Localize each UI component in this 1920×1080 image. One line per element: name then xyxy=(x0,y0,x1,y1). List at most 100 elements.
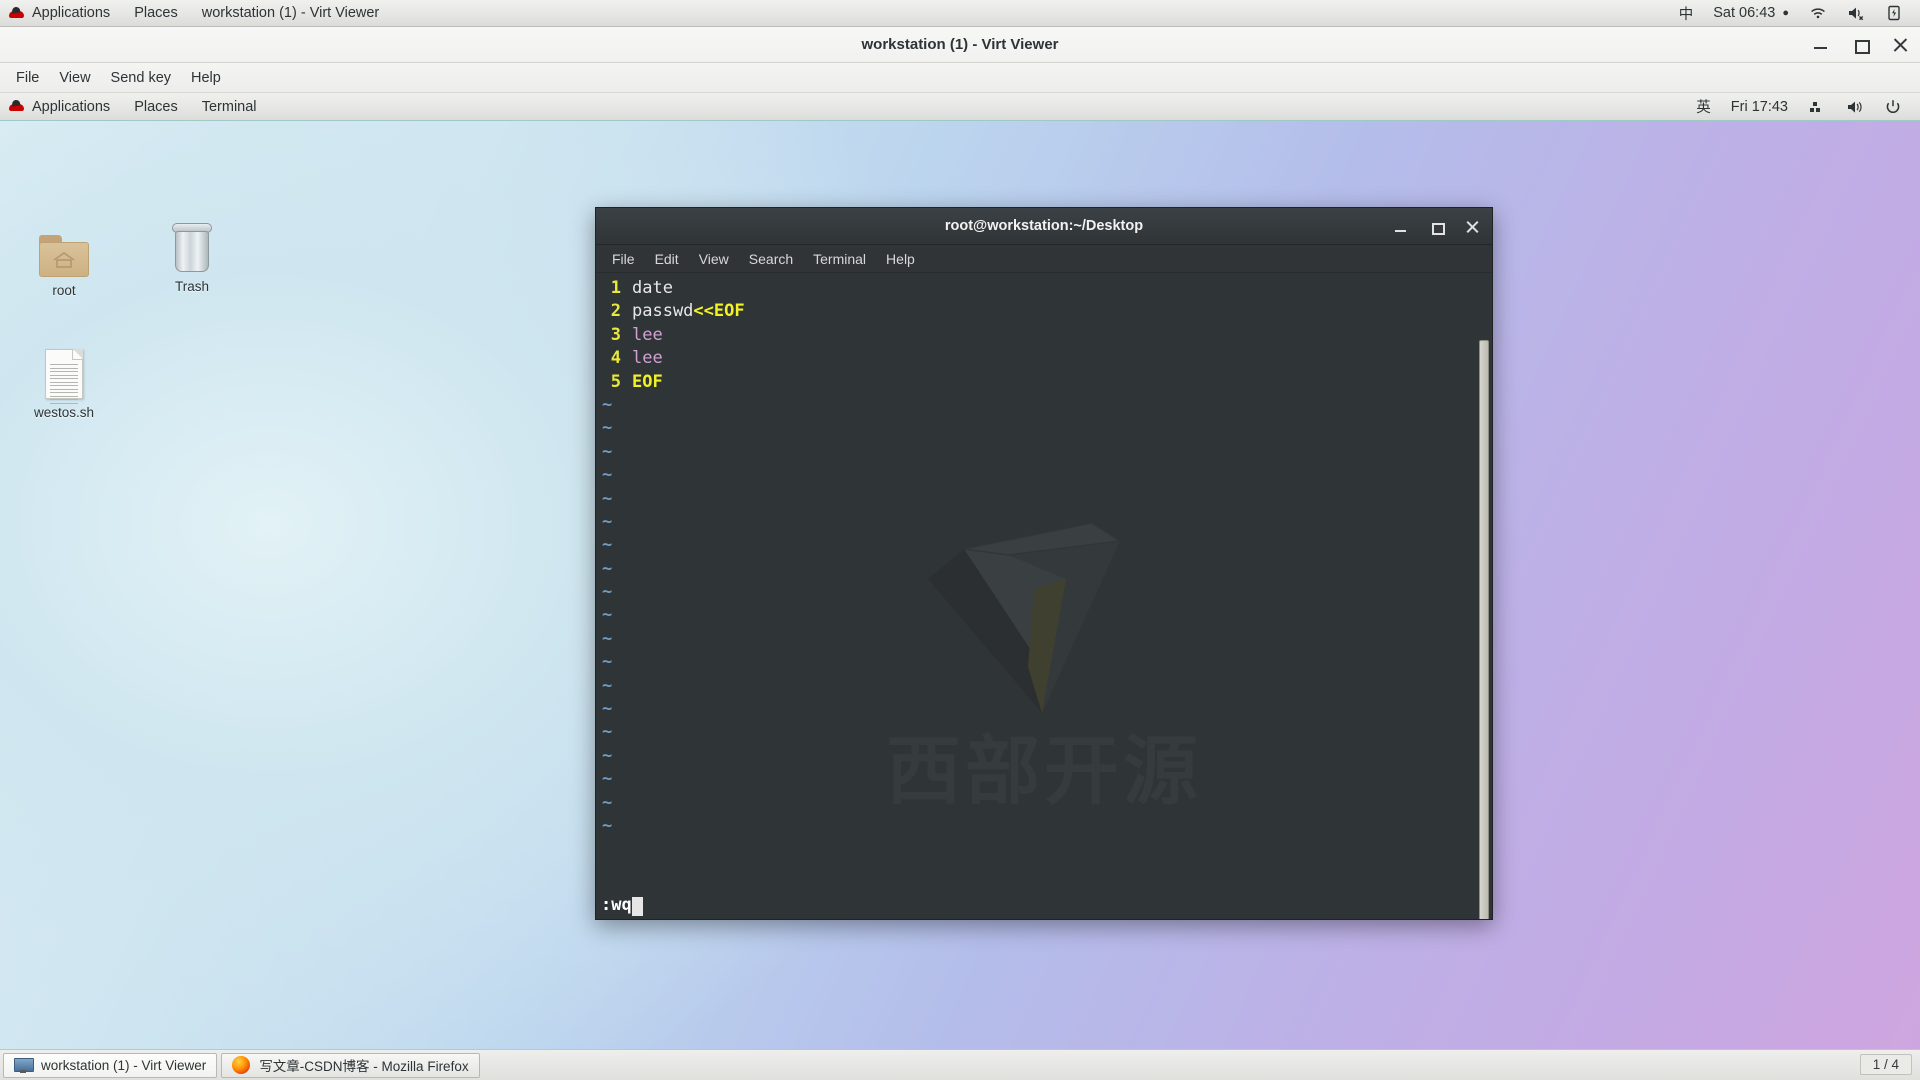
vim-empty-line: ~ xyxy=(596,768,1492,791)
vim-cursor xyxy=(631,896,643,916)
terminal-minimize-button[interactable] xyxy=(1394,220,1408,234)
terminal-menu-help-label: Help xyxy=(886,250,915,267)
vim-empty-line: ~ xyxy=(596,464,1492,487)
terminal-menu-edit[interactable]: Edit xyxy=(645,245,689,273)
vim-line: 3 lee xyxy=(596,324,1492,347)
host-applications-label: Applications xyxy=(32,5,111,21)
vim-tilde-marker: ~ xyxy=(602,394,613,415)
host-input-method[interactable]: 中 xyxy=(1670,0,1703,27)
host-tray: 中 Sat 06:43 ● xyxy=(1670,0,1920,27)
vv-menu-help-label: Help xyxy=(191,69,221,86)
vim-empty-line: ~ xyxy=(596,792,1492,815)
firefox-icon xyxy=(232,1056,251,1074)
guest-input-method-label: 英 xyxy=(1696,100,1711,116)
vim-token: passwd xyxy=(632,301,694,322)
vim-empty-line: ~ xyxy=(596,604,1492,627)
terminal-scrollbar-thumb[interactable] xyxy=(1479,340,1489,919)
desktop-icon-root-label: root xyxy=(52,283,76,298)
virt-viewer-close-button[interactable] xyxy=(1892,36,1910,54)
terminal-window: root@workstation:~/Desktop File Edit Vie… xyxy=(595,207,1493,920)
terminal-scrollbar[interactable] xyxy=(1478,339,1490,919)
vim-command-text: :wq xyxy=(601,895,632,916)
vv-menu-send-key[interactable]: Send key xyxy=(101,63,181,93)
terminal-menu-file[interactable]: File xyxy=(602,245,645,273)
guest-applications-menu[interactable]: Applications xyxy=(0,93,122,120)
host-task-virt-viewer[interactable]: workstation (1) - Virt Viewer xyxy=(3,1052,218,1078)
guest-places-menu[interactable]: Places xyxy=(122,93,190,120)
vim-tilde-marker: ~ xyxy=(602,558,613,579)
host-window-label: workstation (1) - Virt Viewer xyxy=(201,5,380,21)
guest-input-method[interactable]: 英 xyxy=(1688,93,1719,120)
wifi-icon[interactable] xyxy=(1800,0,1836,27)
vim-tilde-marker: ~ xyxy=(602,745,613,766)
terminal-menu-view[interactable]: View xyxy=(689,245,739,273)
terminal-menu-file-label: File xyxy=(612,250,635,267)
vim-empty-lines: ~ ~ ~ ~ ~ ~ ~ ~ ~ ~ ~ ~ ~ ~ ~ ~ ~ ~ ~ xyxy=(596,394,1492,838)
vim-empty-line: ~ xyxy=(596,534,1492,557)
guest-desktop: Applications Places Terminal 英 Fri 17:43 xyxy=(0,93,1920,1080)
terminal-title: root@workstation:~/Desktop xyxy=(944,218,1144,234)
virt-viewer-title: workstation (1) - Virt Viewer xyxy=(861,36,1059,53)
vim-empty-line: ~ xyxy=(596,628,1492,651)
vim-line-number: 4 xyxy=(610,348,621,369)
battery-charging-icon[interactable] xyxy=(1876,0,1912,27)
volume-muted-icon[interactable] xyxy=(1838,0,1874,27)
terminal-menu-edit-label: Edit xyxy=(654,250,679,267)
virt-viewer-maximize-button[interactable] xyxy=(1852,36,1870,54)
vim-tilde-marker: ~ xyxy=(602,769,613,790)
vim-empty-line: ~ xyxy=(596,675,1492,698)
vim-tilde-marker: ~ xyxy=(602,535,613,556)
terminal-window-buttons xyxy=(1394,208,1480,245)
vim-empty-line: ~ xyxy=(596,488,1492,511)
vim-line: 2 passwd <<EOF xyxy=(596,300,1492,323)
terminal-menubar: File Edit View Search Terminal Help xyxy=(596,245,1492,273)
terminal-maximize-button[interactable] xyxy=(1430,220,1445,235)
vim-empty-line: ~ xyxy=(596,721,1492,744)
monitor-icon xyxy=(14,1057,34,1073)
desktop-icon-trash-label: Trash xyxy=(174,279,209,294)
host-applications-menu[interactable]: Applications xyxy=(0,0,122,27)
vv-menu-help[interactable]: Help xyxy=(181,63,231,93)
desktop-icon-westos-sh[interactable]: westos.sh xyxy=(18,345,110,420)
desktop-icon-root[interactable]: root xyxy=(18,223,110,298)
virt-viewer-menubar: File View Send key Help xyxy=(0,63,1920,93)
vim-empty-line: ~ xyxy=(596,815,1492,838)
host-clock[interactable]: Sat 06:43 ● xyxy=(1704,0,1798,27)
virt-viewer-titlebar: workstation (1) - Virt Viewer xyxy=(0,27,1920,63)
guest-applications-label: Applications xyxy=(32,98,111,115)
vv-menu-view[interactable]: View xyxy=(49,63,100,93)
vim-tilde-marker: ~ xyxy=(602,605,613,626)
vim-token: date xyxy=(632,278,673,298)
host-taskbar: workstation (1) - Virt Viewer 写文章-CSDN博客… xyxy=(0,1049,1920,1080)
vim-line: 1 date xyxy=(596,277,1492,300)
host-places-menu[interactable]: Places xyxy=(122,0,190,27)
guest-clock[interactable]: Fri 17:43 xyxy=(1723,93,1796,120)
network-icon[interactable] xyxy=(1800,93,1834,120)
host-task-firefox[interactable]: 写文章-CSDN博客 - Mozilla Firefox xyxy=(221,1052,480,1078)
vv-menu-file[interactable]: File xyxy=(6,63,49,93)
vim-tilde-marker: ~ xyxy=(602,792,613,813)
vim-empty-line: ~ xyxy=(596,417,1492,440)
guest-terminal-menu[interactable]: Terminal xyxy=(190,93,269,120)
guest-top-panel: Applications Places Terminal 英 Fri 17:43 xyxy=(0,93,1920,121)
host-window-menu[interactable]: workstation (1) - Virt Viewer xyxy=(190,0,392,27)
vim-line-number: 5 xyxy=(610,371,621,392)
vim-tilde-marker: ~ xyxy=(602,699,613,720)
vim-token: lee xyxy=(632,324,663,345)
terminal-content[interactable]: 西部开源 1 date 2 passwd <<EOF 3 lee 4 lee 5… xyxy=(596,273,1492,919)
virt-viewer-minimize-button[interactable] xyxy=(1812,36,1830,54)
vim-line: 4 lee xyxy=(596,347,1492,370)
host-workspace-indicator[interactable]: 1 / 4 xyxy=(1859,1054,1912,1075)
terminal-menu-terminal[interactable]: Terminal xyxy=(803,245,876,273)
guest-tray: 英 Fri 17:43 xyxy=(1688,93,1920,120)
host-places-label: Places xyxy=(134,5,178,21)
guest-terminal-label: Terminal xyxy=(201,98,257,115)
volume-icon[interactable] xyxy=(1838,93,1872,120)
terminal-close-button[interactable] xyxy=(1466,220,1480,234)
terminal-menu-search[interactable]: Search xyxy=(739,245,803,273)
power-icon[interactable] xyxy=(1876,93,1910,120)
guest-places-label: Places xyxy=(134,98,178,115)
terminal-menu-help[interactable]: Help xyxy=(876,245,925,273)
desktop-icon-trash[interactable]: Trash xyxy=(146,219,238,294)
vim-empty-line: ~ xyxy=(596,745,1492,768)
